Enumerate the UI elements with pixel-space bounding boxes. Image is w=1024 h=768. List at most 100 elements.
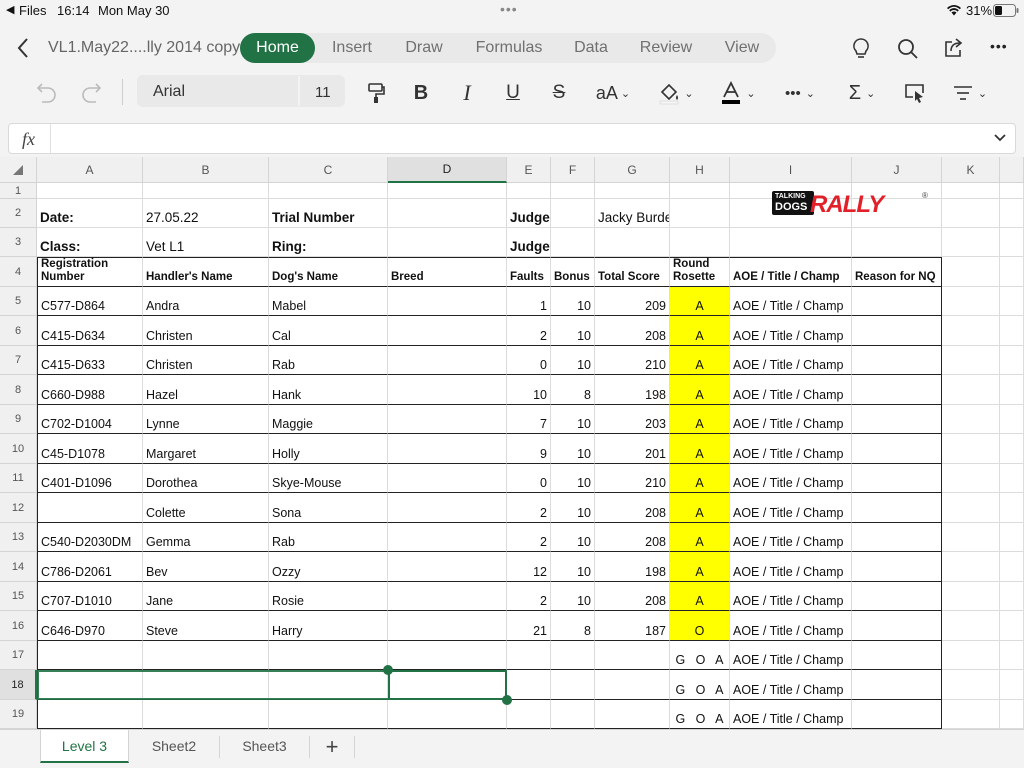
column-header-c[interactable]: C [269, 157, 388, 183]
selected-cell-outline[interactable] [388, 670, 507, 700]
row-header[interactable]: 8 [0, 375, 37, 405]
redo-icon[interactable] [79, 78, 105, 108]
cell-reason-for-nq[interactable] [852, 316, 942, 346]
grid-cell[interactable] [942, 493, 1000, 523]
cell-faults[interactable]: 12 [507, 552, 551, 582]
grid-cell[interactable] [670, 183, 730, 199]
sort-filter-icon[interactable]: ⌄ [950, 78, 990, 108]
cell-total-score[interactable]: 198 [595, 375, 670, 405]
cell-reason-for-nq[interactable] [852, 582, 942, 611]
grid-cell[interactable] [1000, 523, 1024, 552]
cell-dog-name[interactable] [269, 641, 388, 670]
judge-name[interactable]: Jacky Burden [595, 199, 670, 228]
cell-registration-number[interactable]: C415-D634 [37, 316, 143, 346]
cell-faults[interactable]: 7 [507, 405, 551, 434]
cell-dog-name[interactable] [269, 700, 388, 729]
cell-dog-name[interactable]: Holly [269, 434, 388, 464]
column-header-d[interactable]: D [388, 157, 507, 183]
lightbulb-icon[interactable] [851, 37, 871, 61]
header-breed[interactable]: Breed [388, 257, 507, 287]
cell-faults[interactable]: 2 [507, 316, 551, 346]
grid-cell[interactable] [1000, 257, 1024, 287]
grid-cell[interactable] [942, 287, 1000, 316]
grid-cell[interactable] [942, 523, 1000, 552]
cell-bonus[interactable]: 10 [551, 582, 595, 611]
cell-reason-for-nq[interactable] [852, 375, 942, 405]
cell-breed[interactable] [388, 523, 507, 552]
cell-aoe-title-champ[interactable]: AOE / Title / Champ [730, 611, 852, 641]
grid-cell[interactable] [942, 405, 1000, 434]
cell-bonus[interactable]: 8 [551, 611, 595, 641]
header-nq[interactable]: Reason for NQ [852, 257, 942, 287]
select-all-corner[interactable] [0, 157, 37, 183]
column-header-h[interactable]: H [670, 157, 730, 183]
row-header[interactable]: 18 [0, 670, 37, 700]
row-header[interactable]: 11 [0, 464, 37, 493]
grid-cell[interactable] [551, 228, 595, 257]
cell-faults[interactable] [507, 700, 551, 729]
header-total[interactable]: Total Score [595, 257, 670, 287]
cell-registration-number[interactable] [37, 670, 143, 700]
grid-cell[interactable] [1000, 611, 1024, 641]
cell-handler-name[interactable]: Gemma [143, 523, 269, 552]
more-format-icon[interactable]: ••• ⌄ [780, 78, 820, 108]
cell-breed[interactable] [388, 287, 507, 316]
grid-cell[interactable] [551, 183, 595, 199]
cell-faults[interactable]: 0 [507, 346, 551, 375]
column-header-k[interactable]: K [942, 157, 1000, 183]
cell-reason-for-nq[interactable] [852, 287, 942, 316]
cell-handler-name[interactable]: Lynne [143, 405, 269, 434]
cell-reason-for-nq[interactable] [852, 346, 942, 375]
column-header-i[interactable]: I [730, 157, 852, 183]
grid-cell[interactable] [1000, 228, 1024, 257]
cell-round-rosette[interactable]: A [670, 493, 730, 523]
cell-faults[interactable]: 10 [507, 375, 551, 405]
cell-round-rosette[interactable]: A [670, 434, 730, 464]
cell-dog-name[interactable]: Harry [269, 611, 388, 641]
spreadsheet-grid[interactable]: A B C D E F G H I J K 1 2 Date: 27.05.22 Trial Number Ju… [0, 157, 1024, 729]
tab-review[interactable]: Review [630, 33, 702, 63]
grid-cell[interactable] [1000, 375, 1024, 405]
cell-aoe-title-champ[interactable]: AOE / Title / Champ [730, 434, 852, 464]
cell-dog-name[interactable]: Rab [269, 523, 388, 552]
header-bonus[interactable]: Bonus [551, 257, 595, 287]
cell-registration-number[interactable] [37, 700, 143, 729]
cell-reason-for-nq[interactable] [852, 700, 942, 729]
cell-round-rosette[interactable]: O [670, 611, 730, 641]
tab-home[interactable]: Home [240, 33, 315, 63]
header-faults[interactable]: Faults [507, 257, 551, 287]
grid-cell[interactable] [942, 316, 1000, 346]
grid-cell[interactable] [388, 228, 507, 257]
grid-cell[interactable] [670, 199, 730, 228]
row-header[interactable]: 12 [0, 493, 37, 523]
cell-faults[interactable] [507, 641, 551, 670]
row-header[interactable]: 1 [0, 183, 37, 199]
cell-reason-for-nq[interactable] [852, 641, 942, 670]
cell-dog-name[interactable]: Sona [269, 493, 388, 523]
grid-cell[interactable] [942, 582, 1000, 611]
cell-total-score[interactable]: 208 [595, 582, 670, 611]
cell-handler-name[interactable] [143, 641, 269, 670]
format-painter-icon[interactable] [365, 78, 387, 108]
grid-cell[interactable] [730, 228, 852, 257]
font-size[interactable]: 11 [315, 84, 331, 101]
grid-cell[interactable] [942, 611, 1000, 641]
cell-bonus[interactable]: 10 [551, 464, 595, 493]
cell-breed[interactable] [388, 405, 507, 434]
cell-registration-number[interactable]: C786-D2061 [37, 552, 143, 582]
cell-total-score[interactable] [595, 641, 670, 670]
cell-breed[interactable] [388, 611, 507, 641]
cell-handler-name[interactable] [143, 700, 269, 729]
cell-registration-number[interactable]: C401-D1096 [37, 464, 143, 493]
trial-number-label[interactable]: Trial Number [269, 199, 388, 228]
header-handler[interactable]: Handler's Name [143, 257, 269, 287]
grid-cell[interactable] [942, 183, 1000, 199]
cell-round-rosette[interactable]: A [670, 405, 730, 434]
cell-handler-name[interactable]: Bev [143, 552, 269, 582]
cell-reason-for-nq[interactable] [852, 611, 942, 641]
cell-round-rosette[interactable]: G O A [670, 700, 730, 729]
row-header[interactable]: 7 [0, 346, 37, 375]
row-header[interactable]: 15 [0, 582, 37, 611]
cell-aoe-title-champ[interactable]: AOE / Title / Champ [730, 582, 852, 611]
cell-bonus[interactable]: 10 [551, 552, 595, 582]
